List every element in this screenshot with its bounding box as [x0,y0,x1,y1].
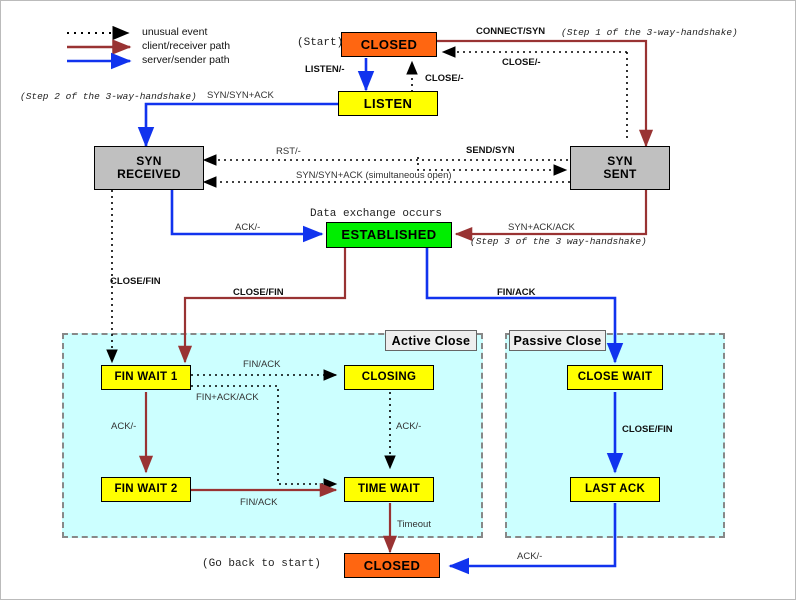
label-syn-synack-left: SYN/SYN+ACK [207,90,274,101]
label-fin-ack-bottom: FIN/ACK [240,497,278,508]
state-established[interactable]: ESTABLISHED [326,222,452,248]
edge-established-to-finwait1 [177,248,347,364]
edge-rst [202,148,605,166]
label-syn-synack-sim: SYN/SYN+ACK (simultaneous open) [296,170,452,181]
state-closed-top[interactable]: CLOSED [341,32,437,57]
label-close-none-top: CLOSE/- [425,73,464,84]
label-close-fin-red: CLOSE/FIN [233,287,284,298]
legend-label-client: client/receiver path [142,40,231,52]
label-ack-none-closing: ACK/- [396,421,422,432]
label-ack-none-finwait1: ACK/- [111,421,137,432]
group-label-active-close: Active Close [385,330,477,351]
edge-listen-to-synreceived [137,102,338,148]
label-send-syn: SEND/SYN [466,145,515,156]
state-syn-sent-line2: SENT [603,167,637,181]
label-syn-synack-sim-event: SYN/SYN+ACK [296,170,363,181]
state-listen[interactable]: LISTEN [338,91,438,116]
group-label-passive-close: Passive Close [509,330,606,351]
label-connect-syn: CONNECT/SYN [476,26,546,37]
label-ack-none-lastack: ACK/- [517,551,543,562]
label-timeout: Timeout [397,519,431,530]
label-listen-none: LISTEN/- [305,64,345,75]
label-fin-ack-top: FIN/ACK [243,359,281,370]
label-ack-none-established: ACK/- [235,222,261,233]
label-step1: (Step 1 of the 3-way-handshake) [561,27,738,38]
tcp-state-diagram: unusual event client/receiver path serve… [0,0,796,600]
label-go-back-to-start: (Go back to start) [202,558,321,570]
legend-label-server: server/sender path [142,54,230,66]
state-fin-wait-2[interactable]: FIN WAIT 2 [101,477,191,502]
state-syn-received[interactable]: SYN RECEIVED [94,146,204,190]
label-simultaneous-open: (simultaneous open) [365,170,452,181]
state-close-wait[interactable]: CLOSE WAIT [567,365,663,390]
label-rst-none: RST/- [276,146,301,157]
label-fin-ack-blue: FIN/ACK [497,287,536,298]
edge-send-syn [417,157,568,176]
state-last-ack[interactable]: LAST ACK [570,477,660,502]
state-syn-received-line2: RECEIVED [117,167,181,181]
label-step2: (Step 2 of the 3-way-handshake) [20,91,197,102]
state-syn-sent[interactable]: SYN SENT [570,146,670,190]
label-start: (Start) [297,37,344,49]
label-synack-ack: SYN+ACK/ACK [508,222,575,233]
label-step3: (Step 3 of the 3 way-handshake) [470,236,647,247]
label-close-fin-passive: CLOSE/FIN [622,424,673,435]
label-close-fin-dotted: CLOSE/FIN [110,276,161,287]
label-data-exchange: Data exchange occurs [310,208,443,220]
edge-closed-to-synsent [437,39,654,148]
label-fin-ack-ack: FIN+ACK/ACK [196,392,259,403]
state-time-wait[interactable]: TIME WAIT [344,477,434,502]
legend-label-unusual: unusual event [142,26,208,38]
state-fin-wait-1[interactable]: FIN WAIT 1 [101,365,191,390]
label-close-none-right: CLOSE/- [502,57,541,68]
edges-layer [106,39,654,575]
state-closed-bottom[interactable]: CLOSED [344,553,440,578]
state-closing[interactable]: CLOSING [344,365,434,390]
